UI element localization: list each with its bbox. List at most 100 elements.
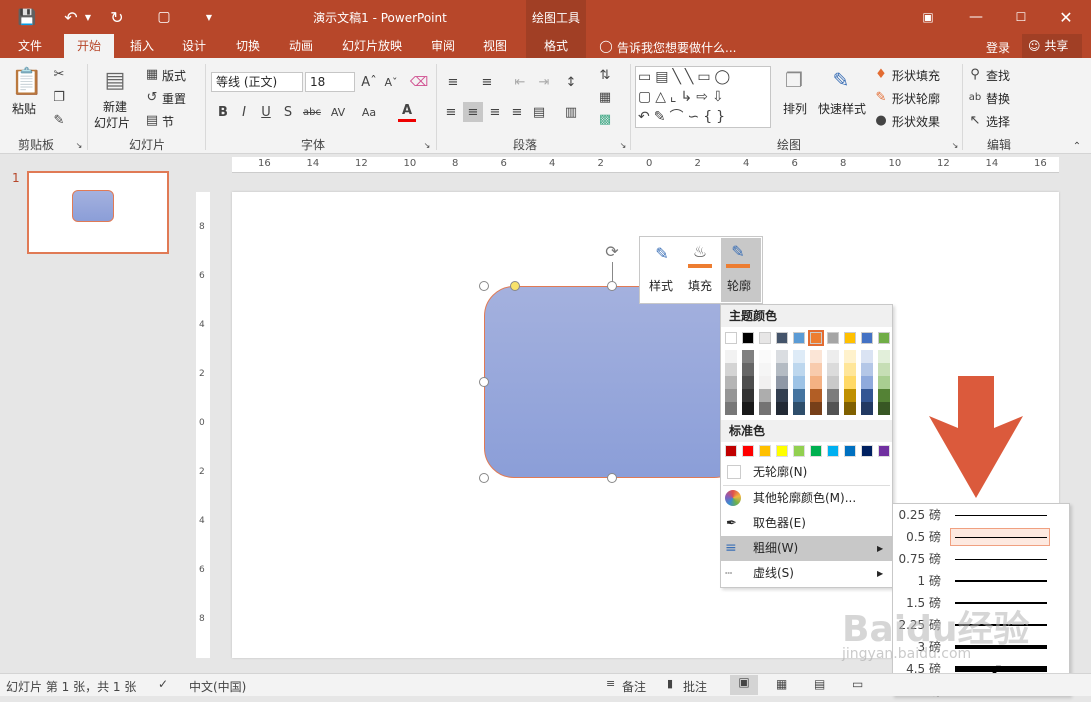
distributed-icon[interactable]: ▤ bbox=[530, 102, 548, 122]
tab-transitions[interactable]: 切换 bbox=[226, 34, 270, 58]
font-name-combo[interactable]: 等线 (正文) bbox=[211, 72, 303, 92]
resize-handle[interactable] bbox=[479, 281, 489, 291]
theme-shade-swatch[interactable] bbox=[844, 402, 856, 415]
change-case-icon[interactable]: Aa bbox=[356, 102, 382, 122]
theme-color-swatch[interactable] bbox=[725, 332, 737, 344]
find-icon[interactable]: ⚲ bbox=[966, 65, 984, 83]
theme-color-swatch[interactable] bbox=[844, 332, 856, 344]
standard-color-swatch[interactable] bbox=[810, 445, 822, 457]
eyedropper-item[interactable]: ✒ 取色器(E) bbox=[721, 511, 892, 536]
drawing-launcher-icon[interactable]: ↘ bbox=[950, 140, 960, 150]
theme-shade-swatch[interactable] bbox=[810, 389, 822, 402]
align-left-icon[interactable]: ≡ bbox=[442, 102, 460, 122]
theme-shade-swatch[interactable] bbox=[776, 389, 788, 402]
notes-icon[interactable]: ≡ bbox=[606, 677, 615, 690]
theme-shade-swatch[interactable] bbox=[742, 402, 754, 415]
theme-shade-swatch[interactable] bbox=[742, 350, 754, 363]
theme-shade-swatch[interactable] bbox=[861, 376, 873, 389]
tab-file[interactable]: 文件 bbox=[6, 34, 54, 58]
weight-item[interactable]: ≡ 粗细(W) ▶ bbox=[721, 536, 892, 561]
theme-shade-swatch[interactable] bbox=[861, 402, 873, 415]
standard-color-swatch[interactable] bbox=[861, 445, 873, 457]
text-direction-icon[interactable]: ⇅ bbox=[594, 66, 616, 84]
standard-color-swatch[interactable] bbox=[725, 445, 737, 457]
theme-shade-swatch[interactable] bbox=[725, 376, 737, 389]
theme-color-swatch[interactable] bbox=[793, 332, 805, 344]
comments-icon[interactable]: ▮ bbox=[667, 677, 673, 690]
shape-fill-button[interactable]: 形状填充 bbox=[892, 67, 940, 84]
theme-shade-swatch[interactable] bbox=[878, 402, 890, 415]
theme-shade-swatch[interactable] bbox=[742, 363, 754, 376]
ribbon-display-options-icon[interactable]: ▣ bbox=[918, 7, 938, 27]
theme-shade-swatch[interactable] bbox=[878, 389, 890, 402]
weight-option[interactable]: 0.25 磅 bbox=[893, 504, 1069, 526]
paste-button[interactable]: 粘贴 bbox=[12, 100, 36, 117]
smartart-icon[interactable]: ▩ bbox=[594, 110, 616, 128]
shapes-gallery[interactable]: ▭▤╲╲▭◯ ▢△⌞↳⇨⇩ ↶✎⌒∽{} bbox=[635, 66, 771, 128]
mini-outline-button[interactable]: 轮廓 bbox=[727, 277, 751, 294]
increase-indent-icon[interactable]: ⇥ bbox=[534, 72, 554, 92]
standard-color-swatch[interactable] bbox=[759, 445, 771, 457]
theme-shade-swatch[interactable] bbox=[827, 376, 839, 389]
tab-review[interactable]: 审阅 bbox=[421, 34, 465, 58]
slideshow-icon[interactable]: ▭ bbox=[852, 677, 863, 691]
theme-shade-swatch[interactable] bbox=[759, 363, 771, 376]
standard-color-swatch[interactable] bbox=[878, 445, 890, 457]
theme-shade-swatch[interactable] bbox=[742, 389, 754, 402]
fill-bucket-icon[interactable]: ♨ bbox=[688, 242, 712, 264]
theme-shade-swatch[interactable] bbox=[878, 376, 890, 389]
theme-shade-swatch[interactable] bbox=[861, 350, 873, 363]
theme-shade-swatch[interactable] bbox=[793, 389, 805, 402]
new-slide-label[interactable]: 新建 bbox=[103, 98, 127, 115]
new-slide-icon[interactable]: ▤ bbox=[100, 66, 130, 94]
theme-shade-swatch[interactable] bbox=[725, 350, 737, 363]
theme-shade-swatch[interactable] bbox=[878, 350, 890, 363]
theme-shade-swatch[interactable] bbox=[827, 402, 839, 415]
section-icon[interactable]: ▤ bbox=[144, 112, 160, 128]
columns-icon[interactable]: ▥ bbox=[560, 102, 582, 122]
theme-color-swatch[interactable] bbox=[742, 332, 754, 344]
theme-shade-swatch[interactable] bbox=[844, 376, 856, 389]
quick-styles-icon[interactable]: ✎ bbox=[826, 66, 856, 94]
tell-me-search[interactable]: 告诉我您想要做什么... bbox=[617, 39, 736, 56]
theme-shade-swatch[interactable] bbox=[827, 350, 839, 363]
dashes-item[interactable]: ┄ 虚线(S) ▶ bbox=[721, 561, 892, 586]
close-icon[interactable]: ✕ bbox=[1056, 7, 1076, 27]
theme-shade-swatch[interactable] bbox=[810, 402, 822, 415]
shape-outline-icon[interactable]: ✎ bbox=[872, 88, 890, 106]
theme-color-swatch[interactable] bbox=[878, 332, 890, 344]
standard-color-swatch[interactable] bbox=[776, 445, 788, 457]
align-right-icon[interactable]: ≡ bbox=[486, 102, 504, 122]
format-painter-icon[interactable]: ✎ bbox=[50, 111, 68, 129]
cut-icon[interactable]: ✂ bbox=[50, 65, 68, 83]
paste-icon[interactable]: 📋 bbox=[11, 66, 43, 98]
strikethrough-icon[interactable]: abc bbox=[300, 102, 324, 122]
slide-thumbnail[interactable] bbox=[27, 171, 169, 254]
font-size-combo[interactable]: 18 bbox=[305, 72, 355, 92]
save-icon[interactable]: 💾 bbox=[16, 7, 38, 27]
maximize-icon[interactable]: ☐ bbox=[1011, 7, 1031, 27]
theme-shade-swatch[interactable] bbox=[759, 350, 771, 363]
clear-formatting-icon[interactable]: ⌫ bbox=[410, 72, 428, 92]
tab-design[interactable]: 设计 bbox=[172, 34, 216, 58]
theme-color-swatch[interactable] bbox=[776, 332, 788, 344]
clipboard-launcher-icon[interactable]: ↘ bbox=[74, 140, 84, 150]
theme-shade-swatch[interactable] bbox=[844, 350, 856, 363]
theme-shade-swatch[interactable] bbox=[793, 363, 805, 376]
reset-icon[interactable]: ↺ bbox=[144, 89, 160, 105]
theme-shade-swatch[interactable] bbox=[810, 363, 822, 376]
minimize-icon[interactable]: — bbox=[966, 7, 986, 27]
theme-color-swatch[interactable] bbox=[808, 330, 824, 346]
theme-shade-swatch[interactable] bbox=[878, 363, 890, 376]
theme-shade-swatch[interactable] bbox=[793, 376, 805, 389]
adjust-handle[interactable] bbox=[510, 281, 520, 291]
weight-option[interactable]: 1 磅 bbox=[893, 570, 1069, 592]
standard-color-swatch[interactable] bbox=[793, 445, 805, 457]
standard-color-swatch[interactable] bbox=[827, 445, 839, 457]
font-color-icon[interactable]: A bbox=[398, 102, 416, 122]
paragraph-launcher-icon[interactable]: ↘ bbox=[618, 140, 628, 150]
decrease-font-icon[interactable]: Aˇ bbox=[382, 72, 400, 92]
reset-button[interactable]: 重置 bbox=[162, 90, 186, 107]
theme-shade-swatch[interactable] bbox=[742, 376, 754, 389]
replace-icon[interactable]: ab bbox=[966, 88, 984, 106]
